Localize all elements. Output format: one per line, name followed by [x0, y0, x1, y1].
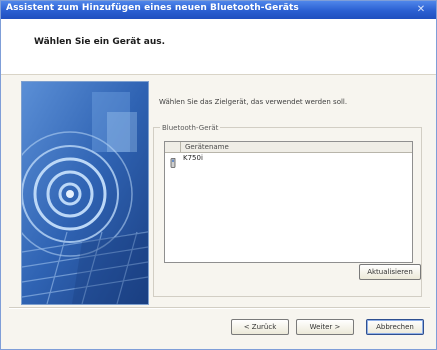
bluetooth-signal-illustration — [22, 82, 148, 304]
list-header: Gerätename — [165, 142, 412, 153]
device-name: K750i — [183, 154, 203, 162]
page-title: Wählen Sie ein Gerät aus. — [34, 37, 166, 47]
cancel-button[interactable]: Abbrechen — [366, 319, 424, 335]
footer-divider — [9, 307, 430, 309]
window-title: Assistent zum Hinzufügen eines neuen Blu… — [6, 3, 299, 13]
bluetooth-device-icon — [169, 153, 177, 168]
column-header-device-name[interactable]: Gerätename — [185, 142, 229, 152]
column-header-icon — [165, 142, 181, 152]
list-item[interactable]: K750i — [167, 153, 407, 168]
instruction-text: Wählen Sie das Zielgerät, das verwendet … — [159, 98, 348, 106]
title-bar[interactable]: Assistent zum Hinzufügen eines neuen Blu… — [1, 1, 436, 19]
close-icon[interactable]: ✕ — [414, 3, 428, 16]
group-label: Bluetooth-Gerät — [160, 124, 221, 132]
back-button[interactable]: < Zurück — [231, 319, 289, 335]
wizard-header: Wählen Sie ein Gerät aus. — [1, 19, 436, 75]
device-list[interactable]: Gerätename K750i — [164, 141, 413, 263]
wizard-window: Assistent zum Hinzufügen eines neuen Blu… — [0, 0, 437, 350]
phone-icon — [170, 157, 176, 168]
next-button[interactable]: Weiter > — [296, 319, 354, 335]
refresh-button[interactable]: Aktualisieren — [359, 264, 421, 280]
bluetooth-device-group: Bluetooth-Gerät Gerätename K750i Aktuali… — [153, 124, 422, 297]
wizard-illustration — [21, 81, 149, 305]
